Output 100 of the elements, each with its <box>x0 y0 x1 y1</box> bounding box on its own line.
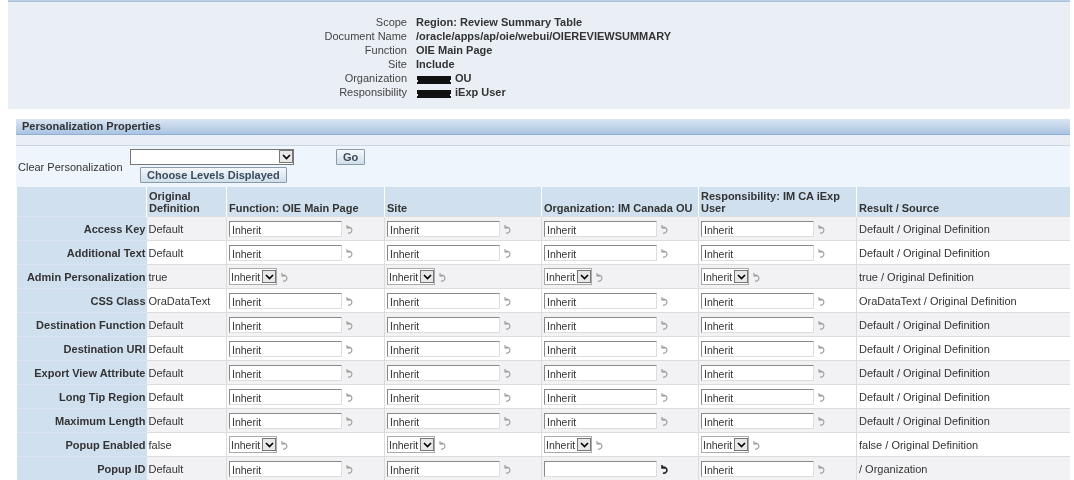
input-field[interactable]: Inherit <box>387 292 500 309</box>
column-header: Original Definition <box>149 190 200 214</box>
input-field[interactable]: Inherit <box>701 292 814 309</box>
input-field[interactable]: Inherit <box>229 364 342 381</box>
column-header: Organization: IM Canada OU <box>544 202 693 214</box>
table-cell: false / Original Definition <box>859 438 979 451</box>
section-header: Personalization Properties <box>16 119 1070 135</box>
dropdown-arrow-icon[interactable] <box>279 150 293 163</box>
input-field[interactable]: Inherit <box>544 340 657 357</box>
column-header: Responsibility: IM CA iExp User <box>701 190 840 214</box>
input-field[interactable]: Inherit <box>544 220 657 237</box>
row-label: Export View Attribute <box>34 366 146 379</box>
table-cell: Default / Original Definition <box>859 414 990 427</box>
input-field[interactable]: Inherit <box>387 460 500 477</box>
field-value: /oracle/apps/ap/oie/webui/OIEREVIEWSUMMARY <box>416 30 672 43</box>
choose-levels-button[interactable]: Choose Levels Displayed <box>140 167 287 183</box>
table-cell: Default <box>148 414 184 427</box>
dropdown-arrow-icon[interactable] <box>262 270 277 283</box>
input-field[interactable]: Inherit <box>387 316 500 333</box>
input-field[interactable]: Inherit <box>387 412 500 429</box>
table-cell: Default / Original Definition <box>859 222 990 235</box>
table-cell: / Organization <box>859 462 928 475</box>
select-field[interactable]: Inherit <box>229 436 278 453</box>
row-label: Popup ID <box>97 462 146 475</box>
select-field[interactable]: Inherit <box>544 268 593 285</box>
dropdown-arrow-icon[interactable] <box>734 438 749 451</box>
field-value: Include <box>416 58 455 71</box>
input-field[interactable]: Inherit <box>701 244 814 261</box>
row-label: Additional Text <box>66 246 146 259</box>
field-label: Scope <box>374 16 407 29</box>
select-field[interactable]: Inherit <box>701 436 750 453</box>
dropdown-arrow-icon[interactable] <box>262 438 277 451</box>
reset-icon[interactable] <box>660 463 668 474</box>
table-cell: Default / Original Definition <box>859 246 990 259</box>
input-field[interactable]: Inherit <box>544 412 657 429</box>
input-field[interactable]: Inherit <box>544 292 657 309</box>
dropdown-arrow-icon[interactable] <box>734 270 749 283</box>
input-field[interactable]: Inherit <box>544 316 657 333</box>
input-field[interactable]: Inherit <box>701 412 814 429</box>
field-label: Document Name <box>323 30 407 43</box>
row-label: CSS Class <box>90 294 146 307</box>
input-field[interactable]: Inherit <box>387 388 500 405</box>
row-label: Long Tip Region <box>58 390 146 403</box>
table-cell: true / Original Definition <box>859 270 974 283</box>
select-field[interactable]: Inherit <box>387 268 436 285</box>
field-value: Region: Review Summary Table <box>416 16 583 29</box>
input-field[interactable]: Inherit <box>701 316 814 333</box>
table-cell: Default / Original Definition <box>859 390 990 403</box>
field-label: Responsibility <box>338 86 407 99</box>
row-label: Popup Enabled <box>65 438 146 451</box>
input-field[interactable]: Inherit <box>229 412 342 429</box>
input-field[interactable]: Inherit <box>229 292 342 309</box>
select-field[interactable]: Inherit <box>701 268 750 285</box>
input-field[interactable]: Inherit <box>229 460 342 477</box>
row-label: Admin Personalization <box>26 270 146 283</box>
table-cell: Default <box>148 318 184 331</box>
table-cell: true <box>148 270 168 283</box>
select-field[interactable]: Inherit <box>229 268 278 285</box>
row-label: Maximum Length <box>55 414 146 427</box>
input-field[interactable]: Inherit <box>701 460 814 477</box>
input-field[interactable]: Inherit <box>387 340 500 357</box>
input-field[interactable]: Inherit <box>701 388 814 405</box>
input-field[interactable]: Inherit <box>229 340 342 357</box>
dropdown-arrow-icon[interactable] <box>577 438 592 451</box>
input-field[interactable]: Inherit <box>229 316 342 333</box>
input-field[interactable]: Inherit <box>544 364 657 381</box>
select-field[interactable]: Inherit <box>387 436 436 453</box>
input-field[interactable]: Inherit <box>387 244 500 261</box>
table-cell: false <box>148 438 172 451</box>
input-field[interactable]: Inherit <box>229 244 342 261</box>
field-value: iExp User <box>455 86 506 99</box>
input-field[interactable]: Inherit <box>701 364 814 381</box>
select-field[interactable] <box>130 149 294 165</box>
input-field[interactable]: Inherit <box>387 364 500 381</box>
input-field[interactable]: Inherit <box>701 220 814 237</box>
table-cell: Default / Original Definition <box>859 342 990 355</box>
input-field[interactable]: Inherit <box>544 388 657 405</box>
dropdown-arrow-icon[interactable] <box>420 438 435 451</box>
redaction-scribble-icon <box>416 87 452 98</box>
field-label: Site <box>387 58 407 71</box>
column-header: Function: OIE Main Page <box>229 202 359 214</box>
field-label: Function <box>363 44 407 57</box>
input-field[interactable]: Inherit <box>544 244 657 261</box>
input-field[interactable]: Inherit <box>387 220 500 237</box>
input-field[interactable]: Inherit <box>229 388 342 405</box>
table-cell: Default <box>148 462 184 475</box>
input-field[interactable]: Inherit <box>229 220 342 237</box>
field-label: Organization <box>343 72 407 85</box>
row-label: Access Key <box>83 222 146 235</box>
dropdown-arrow-icon[interactable] <box>577 270 592 283</box>
table-cell: Default <box>148 342 184 355</box>
redaction-scribble-icon <box>416 73 452 84</box>
go-button[interactable]: Go <box>336 149 366 165</box>
dropdown-arrow-icon[interactable] <box>420 270 435 283</box>
input-field[interactable]: Inherit <box>701 340 814 357</box>
select-field[interactable]: Inherit <box>544 436 593 453</box>
table-cell: Default <box>148 390 184 403</box>
table-cell: OraDataText <box>148 294 211 307</box>
table-cell: Default <box>148 366 184 379</box>
input-field[interactable] <box>544 460 657 477</box>
